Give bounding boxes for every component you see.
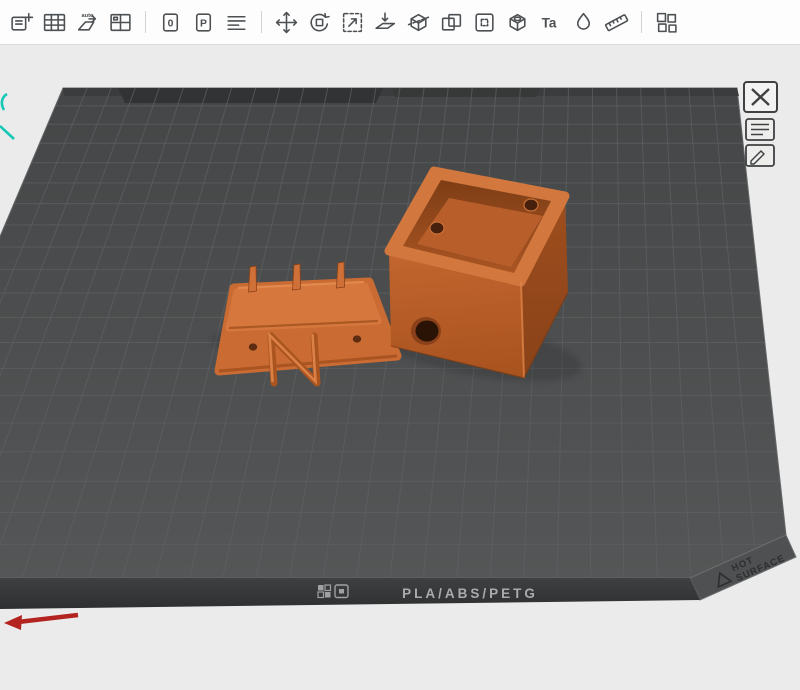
grid-table-button[interactable] bbox=[39, 6, 70, 39]
add-plate-icon bbox=[9, 10, 34, 35]
text-lines-button[interactable] bbox=[221, 6, 252, 39]
svg-text:P: P bbox=[200, 18, 207, 29]
viewport-3d[interactable]: HOT SURFACE PLA/ABS/PETG bbox=[0, 45, 800, 690]
drill-tool-icon bbox=[505, 10, 530, 35]
boolean-tool-icon bbox=[439, 10, 464, 35]
boolean-tool-button[interactable] bbox=[436, 6, 467, 39]
lid-clip-fin bbox=[249, 266, 257, 292]
place-on-face-icon bbox=[373, 10, 398, 35]
move-tool-button[interactable] bbox=[271, 6, 302, 39]
box-screw-boss bbox=[524, 199, 538, 211]
scale-tool-icon bbox=[340, 10, 365, 35]
auto-orient-icon: auto bbox=[75, 10, 100, 35]
lid-clip-fin bbox=[293, 264, 301, 290]
place-on-face-button[interactable] bbox=[370, 6, 401, 39]
split-objects-button[interactable] bbox=[651, 6, 682, 39]
add-plate-button[interactable] bbox=[6, 6, 37, 39]
viewport: HOT SURFACE PLA/ABS/PETG bbox=[0, 45, 800, 690]
text-lines-icon bbox=[224, 10, 249, 35]
zero-badge-button[interactable]: 0 bbox=[155, 6, 186, 39]
svg-text:Ta: Ta bbox=[542, 15, 557, 30]
p-badge-icon: P bbox=[191, 10, 216, 35]
grid-table-icon bbox=[42, 10, 67, 35]
lid-screw-hole bbox=[249, 343, 257, 350]
plate-front-bezel: PLA/ABS/PETG bbox=[0, 578, 700, 611]
text-tool-button[interactable]: Ta bbox=[535, 6, 566, 39]
measure-tool-icon bbox=[604, 10, 629, 35]
plate-notch bbox=[392, 88, 540, 97]
move-tool-icon bbox=[274, 10, 299, 35]
drill-tool-button[interactable] bbox=[502, 6, 533, 39]
measure-tool-button[interactable] bbox=[601, 6, 632, 39]
zero-badge-icon: 0 bbox=[158, 10, 183, 35]
lid-clip-fin bbox=[337, 262, 345, 288]
plate-material-label: PLA/ABS/PETG bbox=[402, 586, 538, 601]
lid-screw-hole bbox=[353, 335, 361, 342]
scale-tool-button[interactable] bbox=[337, 6, 368, 39]
box-screw-boss bbox=[430, 222, 444, 234]
toolbar-separator bbox=[145, 11, 146, 33]
paint-tool-button[interactable] bbox=[568, 6, 599, 39]
hollow-tool-icon bbox=[472, 10, 497, 35]
split-objects-icon bbox=[654, 10, 679, 35]
cut-tool-button[interactable] bbox=[403, 6, 434, 39]
plate-edit-button[interactable] bbox=[746, 145, 774, 166]
plate-settings-button[interactable] bbox=[746, 119, 774, 140]
plate-handle-notch bbox=[118, 88, 383, 103]
auto-orient-button[interactable]: auto bbox=[72, 6, 103, 39]
x-axis-arrow bbox=[4, 615, 78, 630]
paint-tool-icon bbox=[571, 10, 596, 35]
split-layout-button[interactable] bbox=[105, 6, 136, 39]
plate-delete-button[interactable] bbox=[744, 82, 777, 112]
p-badge-button[interactable]: P bbox=[188, 6, 219, 39]
rotate-tool-button[interactable] bbox=[304, 6, 335, 39]
main-toolbar: auto 0 P bbox=[0, 0, 800, 45]
cut-tool-icon bbox=[406, 10, 431, 35]
text-tool-icon: Ta bbox=[538, 10, 563, 35]
split-layout-icon bbox=[108, 10, 133, 35]
toolbar-separator bbox=[641, 11, 642, 33]
svg-text:0: 0 bbox=[168, 18, 174, 29]
hollow-tool-button[interactable] bbox=[469, 6, 500, 39]
toolbar-separator bbox=[261, 11, 262, 33]
rotate-tool-icon bbox=[307, 10, 332, 35]
gizmo-teal-fragment bbox=[0, 94, 14, 139]
